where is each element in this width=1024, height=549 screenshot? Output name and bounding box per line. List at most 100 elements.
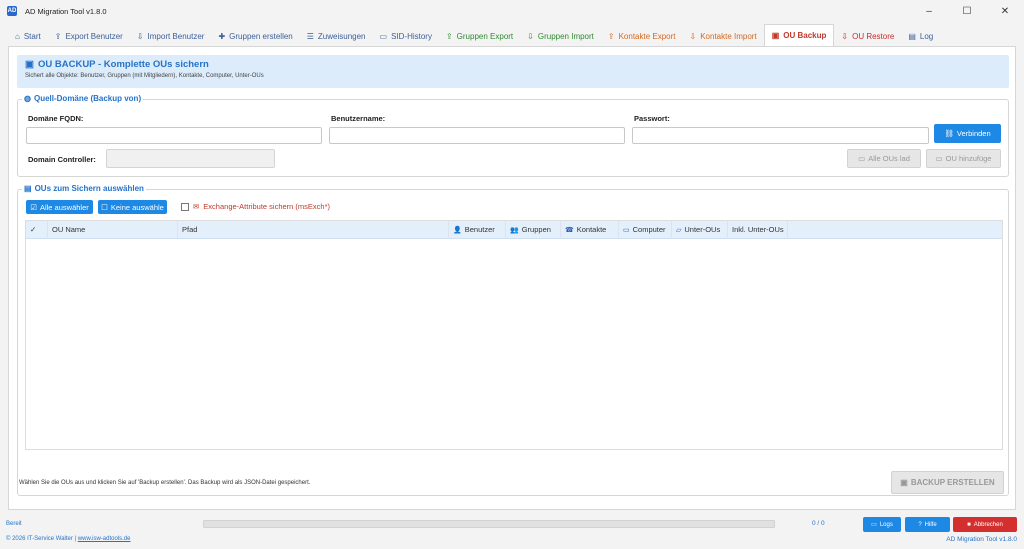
help-button-label: Hilfe (924, 521, 937, 528)
tab-label: OU Backup (783, 31, 827, 40)
column-header-label: Inkl. Unter-OUs (732, 225, 784, 234)
version-label: AD Migration Tool v1.8.0 (946, 536, 1017, 543)
column-header[interactable]: ☎ Kontakte (561, 220, 619, 239)
window-title: AD Migration Tool v1.8.0 (25, 6, 107, 16)
export-icon: ⇪ (54, 31, 62, 41)
username-input[interactable] (329, 127, 625, 144)
tab-sid-history[interactable]: ▭ SID-History (373, 26, 439, 46)
column-header[interactable]: ✓ (26, 220, 48, 239)
select-all-button[interactable]: ☑ Alle auswähler (26, 200, 93, 214)
tab-gruppen-erstellen[interactable]: ✚ Gruppen erstellen (211, 26, 299, 46)
tab-label: Kontakte Import (700, 31, 757, 41)
save-icon: ▣ (25, 59, 34, 70)
title-bar: AD AD Migration Tool v1.8.0 – ☐ ✕ (0, 0, 1024, 22)
column-header[interactable]: Pfad (178, 220, 449, 239)
home-icon: ⌂ (15, 31, 20, 41)
export-icon: ⇪ (607, 31, 615, 41)
load-all-ous-button[interactable]: ▭ Alle OUs lad (847, 149, 921, 168)
cancel-button[interactable]: ■ Abbrechen (953, 517, 1017, 532)
tab-label: Import Benutzer (147, 31, 205, 41)
connect-button[interactable]: ⛓ Verbinden (934, 124, 1001, 143)
help-button[interactable]: ? Hilfe (905, 517, 950, 532)
ou-table[interactable]: ✓ OU Name Pfad 👤 Benutzer 👥 Gruppen ☎ Kontakte ▭ C… (25, 220, 1003, 450)
source-domain-group: ◍ Quell-Domäne (Backup von) Domäne FQDN:… (17, 94, 1009, 177)
save-icon: ▣ (900, 478, 908, 487)
column-header[interactable]: Inkl. Unter-OUs (728, 220, 788, 239)
column-header[interactable]: ▭ Computer (619, 220, 672, 239)
document-icon: ▤ (908, 31, 916, 41)
tab-ou-backup[interactable]: ▣ OU Backup (763, 24, 835, 46)
logs-button[interactable]: ▭ Logs (863, 517, 901, 532)
instruction-text: Wählen Sie die OUs aus und klicken Sie a… (19, 480, 311, 486)
column-header-label: Computer (632, 225, 666, 234)
tab-import-benutzer[interactable]: ⇩ Import Benutzer (130, 26, 212, 46)
fqdn-label: Domäne FQDN: (28, 114, 84, 123)
copyright-line: © 2026 IT-Service Walter | www.isw-adtoo… (6, 536, 130, 542)
save-icon: ▣ (771, 31, 780, 40)
contact-icon: ☎ (565, 226, 574, 234)
fqdn-input[interactable] (26, 127, 322, 144)
maximize-button[interactable]: ☐ (948, 0, 986, 22)
tab-label: Export Benutzer (65, 31, 123, 41)
tab-bar: ⌂ Start ⇪ Export Benutzer ⇩ Import Benutzer ✚ G… (8, 24, 940, 46)
tab-label: Log (919, 31, 934, 41)
password-input[interactable] (632, 127, 929, 144)
banner-title-row: ▣ OU BACKUP - Komplette OUs sichern (25, 59, 1001, 70)
import-icon: ⇩ (527, 31, 534, 41)
tab-log[interactable]: ▤ Log (901, 26, 940, 46)
exchange-attributes-checkbox[interactable] (181, 202, 189, 211)
connect-button-label: Verbinden (956, 129, 991, 138)
folder-icon: ▱ (676, 226, 682, 234)
source-domain-legend-label: Quell-Domäne (Backup von) (33, 94, 142, 103)
tab-start[interactable]: ⌂ Start (8, 26, 48, 46)
tab-label: Zuweisungen (317, 31, 366, 41)
page-title: OU BACKUP - Komplette OUs sichern (37, 59, 209, 70)
exchange-attributes-label: Exchange-Attribute sichern (msExch*) (203, 202, 331, 211)
column-header-label: Gruppen (521, 225, 551, 234)
tab-kontakte-import[interactable]: ⇩ Kontakte Import (683, 26, 764, 46)
minimize-button[interactable]: – (910, 0, 948, 22)
ou-selection-group: ▤ OUs zum Sichern auswählen ☑ Alle auswä… (17, 184, 1009, 496)
select-none-button[interactable]: ☐ Keine auswähle (98, 200, 167, 214)
create-backup-button[interactable]: ▣ BACKUP ERSTELLEN (891, 471, 1004, 494)
select-all-label: Alle auswähler (39, 202, 89, 212)
folder-icon: ▭ (858, 154, 866, 163)
tab-gruppen-export[interactable]: ⇪ Gruppen Export (439, 26, 520, 46)
close-button[interactable]: ✕ (986, 0, 1024, 22)
check-square-icon: ☑ (30, 202, 37, 212)
column-header-label: Pfad (182, 225, 198, 234)
column-header-label: Unter-OUs (684, 225, 721, 234)
computer-icon: ▭ (623, 226, 630, 234)
tab-kontakte-export[interactable]: ⇪ Kontakte Export (601, 26, 683, 46)
add-ou-button[interactable]: ▭ OU hinzufüge (926, 149, 1001, 168)
exchange-attributes-option[interactable]: ✉ Exchange-Attribute sichern (msExch*) (181, 202, 330, 211)
tab-ou-restore[interactable]: ⇩ OU Restore (834, 26, 901, 46)
folder-icon: ▭ (935, 154, 943, 163)
restore-icon: ⇩ (841, 31, 849, 41)
username-label: Benutzername: (331, 114, 386, 123)
tab-export-benutzer[interactable]: ⇪ Export Benutzer (48, 26, 130, 46)
page-subtitle: Sichert alle Objekte: Benutzer, Gruppen … (25, 73, 264, 79)
tab-label: Gruppen Export (456, 31, 514, 41)
plus-icon: ✚ (218, 31, 226, 41)
column-header[interactable]: 👥 Gruppen (506, 220, 561, 239)
tab-gruppen-import[interactable]: ⇩ Gruppen Import (520, 26, 601, 46)
tab-zuweisungen[interactable]: ☰ Zuweisungen (300, 26, 373, 46)
status-bar: Bereit 0 / 0 ▭ Logs ? Hilfe ■ Abbrechen … (0, 512, 1024, 549)
link-icon: ⛓ (944, 129, 954, 138)
help-icon: ? (918, 521, 922, 528)
column-header[interactable]: 👤 Benutzer (449, 220, 506, 239)
window-controls: – ☐ ✕ (910, 0, 1024, 22)
dc-input[interactable] (106, 149, 275, 168)
ou-selection-legend-label: OUs zum Sichern auswählen (34, 184, 144, 193)
dc-label: Domain Controller: (28, 155, 96, 164)
column-header-label: OU Name (52, 225, 86, 234)
load-all-ous-label: Alle OUs lad (868, 154, 910, 163)
tab-label: OU Restore (852, 31, 895, 41)
tab-label: Gruppen Import (537, 31, 594, 41)
column-header[interactable]: OU Name (48, 220, 178, 239)
table-header: ✓ OU Name Pfad 👤 Benutzer 👥 Gruppen ☎ Kontakte ▭ C… (26, 220, 1002, 239)
website-link[interactable]: www.isw-adtools.de (78, 536, 131, 542)
user-icon: 👤 (453, 226, 462, 234)
column-header[interactable]: ▱ Unter-OUs (672, 220, 728, 239)
